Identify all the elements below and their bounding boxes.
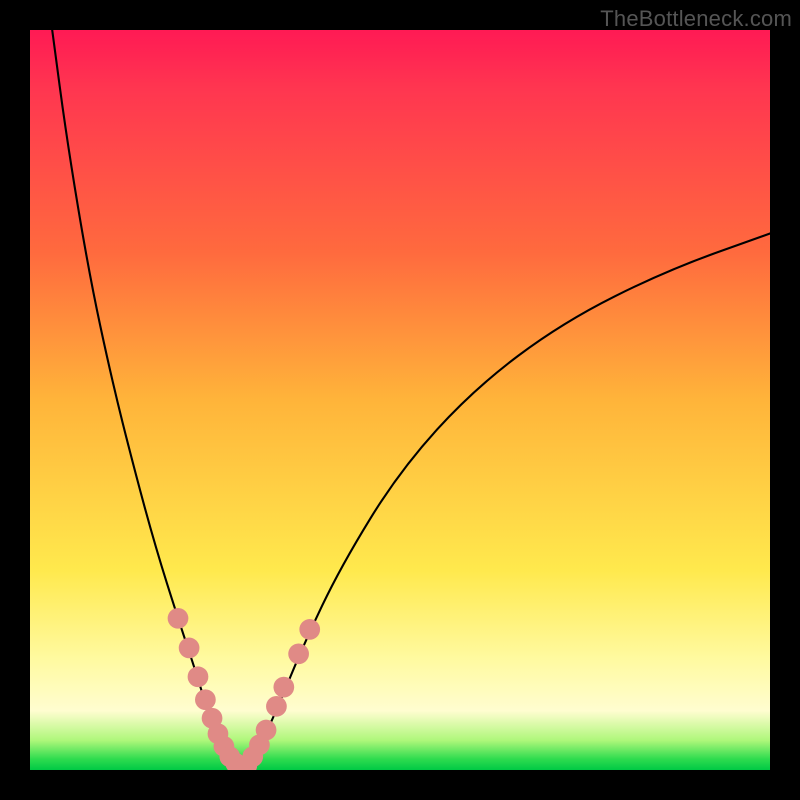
watermark-text: TheBottleneck.com [600,6,792,32]
chart-svg [30,30,770,770]
marker-dot [266,696,287,717]
curve-right-branch [245,234,770,768]
marker-dot [273,677,294,698]
curve-left-branch [52,30,237,767]
chart-frame: TheBottleneck.com [0,0,800,800]
marker-dot [168,608,189,629]
plot-area [30,30,770,770]
marker-dot [299,619,320,640]
marker-dot [179,638,200,659]
marker-dot [188,666,209,687]
curve-group [52,30,770,769]
marker-dot [288,643,309,664]
marker-group [168,608,320,770]
marker-dot [256,720,277,741]
marker-dot [195,689,216,710]
